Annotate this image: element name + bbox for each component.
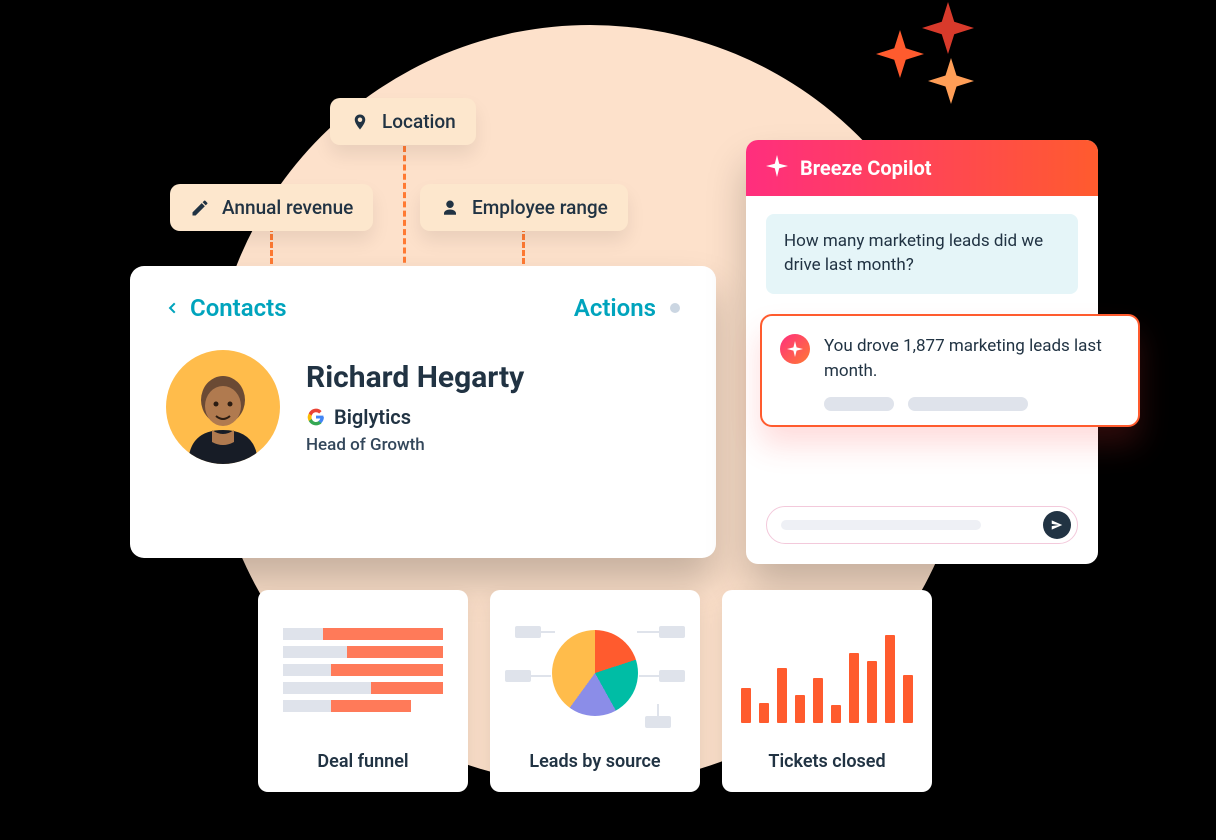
overflow-dot-icon [670, 303, 680, 313]
send-icon [1050, 518, 1064, 532]
copilot-header: Breeze Copilot [746, 140, 1098, 196]
sparkle-icon [766, 155, 788, 182]
copilot-title: Breeze Copilot [800, 156, 932, 180]
contact-card: Contacts Actions Richard He [130, 266, 716, 558]
chip-employee-range[interactable]: Employee range [420, 184, 628, 231]
contact-name: Richard Hegarty [306, 360, 524, 395]
send-button[interactable] [1043, 511, 1071, 539]
person-icon [440, 198, 460, 218]
contact-role: Head of Growth [306, 435, 524, 455]
stat-card-leads-by-source[interactable]: Leads by source [490, 590, 700, 792]
avatar [166, 350, 280, 464]
back-label: Contacts [190, 294, 287, 322]
chip-label: Location [382, 110, 456, 133]
stat-label: Deal funnel [317, 751, 408, 772]
pin-icon [350, 112, 370, 132]
actions-label: Actions [574, 294, 656, 322]
chevron-left-icon [166, 297, 180, 319]
sparkle-icon [780, 334, 810, 364]
company-logo-icon [306, 407, 326, 427]
chip-label: Employee range [472, 196, 608, 219]
copilot-panel: Breeze Copilot How many marketing leads … [746, 140, 1098, 564]
copilot-answer-card: You drove 1,877 marketing leads last mon… [760, 314, 1140, 427]
copilot-answer-text: You drove 1,877 marketing leads last mon… [824, 334, 1120, 383]
actions-menu[interactable]: Actions [574, 294, 680, 322]
bar-chart [736, 604, 918, 741]
copilot-input[interactable] [766, 506, 1078, 544]
stat-card-deal-funnel[interactable]: Deal funnel [258, 590, 468, 792]
chip-label: Annual revenue [222, 196, 353, 219]
edit-icon [190, 198, 210, 218]
copilot-user-message: How many marketing leads did we drive la… [766, 214, 1078, 294]
pie-chart [504, 604, 686, 741]
chip-location[interactable]: Location [330, 98, 476, 145]
back-to-contacts[interactable]: Contacts [166, 294, 287, 322]
connector-line [403, 146, 406, 272]
input-placeholder [781, 520, 981, 530]
funnel-chart [272, 604, 454, 741]
loading-skeleton [824, 397, 1120, 411]
contact-company: Biglytics [334, 405, 411, 429]
sparkle-cluster [870, 0, 1030, 120]
stat-card-tickets-closed[interactable]: Tickets closed [722, 590, 932, 792]
chip-annual-revenue[interactable]: Annual revenue [170, 184, 373, 231]
stat-label: Leads by source [529, 751, 660, 772]
stat-label: Tickets closed [768, 751, 885, 772]
